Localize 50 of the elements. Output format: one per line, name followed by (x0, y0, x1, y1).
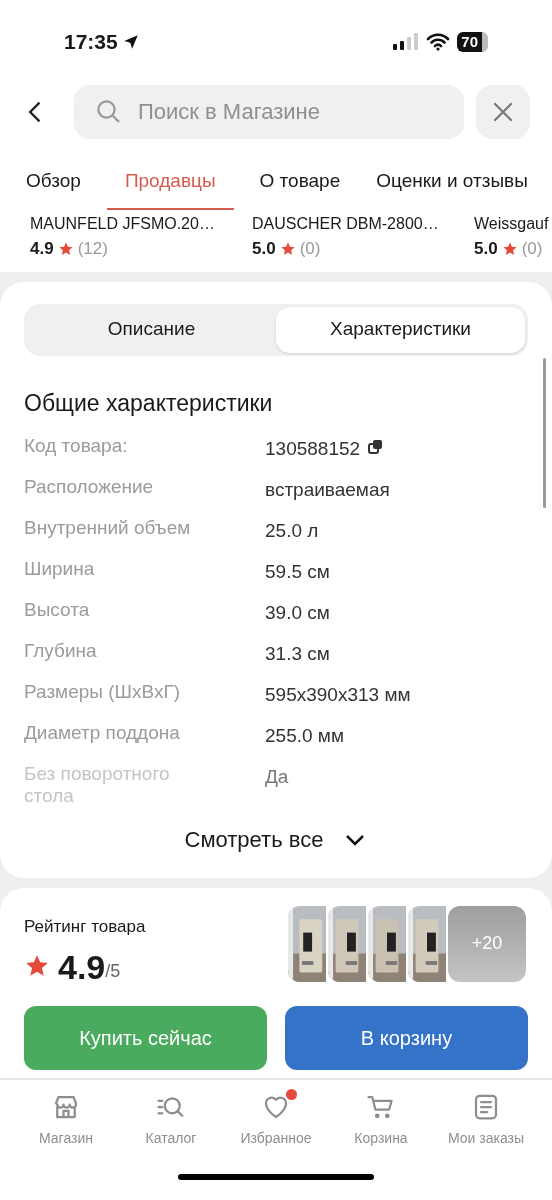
seller-rating: 5.0 (252, 238, 276, 260)
tab[interactable]: Обзор (16, 154, 91, 210)
rating-title: Рейтинг товара (24, 915, 146, 938)
review-count: (0) (299, 238, 321, 260)
seller-name[interactable]: DAUSCHER DBM-2800… (252, 212, 444, 236)
star-icon (279, 240, 296, 257)
seller-name[interactable]: Weissgauf (474, 212, 552, 236)
seller-name[interactable]: MAUNFELD JFSMO.20… (30, 212, 222, 236)
review-count: (12) (77, 238, 108, 260)
star-icon (57, 240, 74, 257)
spec-value: 255.0 мм (265, 724, 344, 748)
spec-value: встраиваемая (265, 478, 390, 502)
tab[interactable]: Оценки и отзывы (366, 154, 538, 210)
spec-value: 31.3 см (265, 642, 330, 666)
signal-icon (393, 33, 420, 51)
show-all-button[interactable]: Смотреть все (184, 823, 368, 856)
wifi-icon (426, 33, 451, 51)
spec-value: 130588152 (265, 437, 361, 461)
spec-value: 39.0 см (265, 601, 330, 625)
star-icon (24, 953, 50, 979)
spec-label: Высота (24, 599, 91, 621)
spec-label: Диаметр поддона (24, 722, 181, 744)
spec-label: Без поворотного стола (24, 763, 171, 807)
spec-label: Код товара: (24, 435, 129, 457)
copy-icon[interactable] (368, 439, 385, 455)
section-title: Общие характеристики (24, 388, 274, 418)
spec-label: Расположение (24, 476, 155, 498)
spec-value: 59.5 см (265, 560, 330, 584)
segment-tab[interactable]: Характеристики (276, 306, 525, 353)
seller-rating: 5.0 (474, 238, 498, 260)
rating-scale: /5 (105, 961, 121, 983)
spec-label: Глубина (24, 640, 98, 662)
review-count: (0) (521, 238, 543, 260)
add-to-cart-button[interactable]: В корзину (285, 1005, 528, 1070)
segment-tab[interactable]: Описание (27, 306, 276, 353)
spec-value: 25.0 л (265, 519, 319, 543)
spec-label: Внутренний объем (24, 517, 192, 539)
spec-label: Размеры (ШхВхГ) (24, 681, 182, 703)
battery-level: 70 (457, 32, 488, 52)
star-icon (501, 240, 518, 257)
rating-value: 4.9 (58, 947, 106, 987)
spec-value: 595x390x313 мм (265, 683, 411, 707)
spec-value: Да (265, 765, 289, 789)
spec-label: Ширина (24, 558, 96, 580)
search-field[interactable]: Поиск в Магазине (74, 85, 464, 139)
tab[interactable]: Продавцы (106, 154, 234, 210)
seller-rating: 4.9 (30, 238, 54, 260)
close-button[interactable] (476, 85, 530, 139)
status-time: 17:35 (64, 29, 118, 56)
tab[interactable]: О товаре (249, 154, 351, 210)
